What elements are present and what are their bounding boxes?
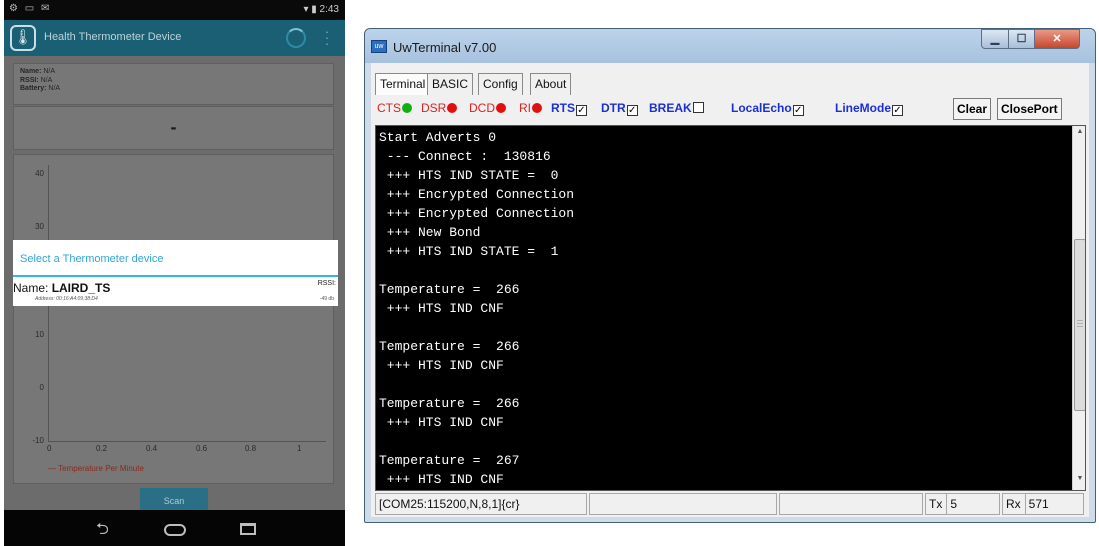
status-right: ▾ ▮ 2:43 xyxy=(303,4,339,15)
cts-led-icon xyxy=(402,103,412,113)
grip-icon: — — — xyxy=(1077,318,1083,330)
app-title: Health Thermometer Device xyxy=(44,31,182,43)
rx-value: 571 xyxy=(1024,494,1049,514)
recent-apps-icon[interactable] xyxy=(240,523,256,535)
cts-indicator: CTS xyxy=(377,101,412,115)
info-name-row: Name: N/A xyxy=(20,68,56,75)
x-tick-label: 0.4 xyxy=(146,444,158,453)
dialog-divider xyxy=(13,275,338,277)
y-tick-label: 40 xyxy=(35,169,44,178)
home-icon[interactable] xyxy=(164,524,186,536)
tab-config[interactable]: Config xyxy=(478,73,523,95)
window-title: UwTerminal v7.00 xyxy=(393,40,497,55)
android-phone-screen: ⚙ ▭ ✉ ▾ ▮ 2:43 🌡 Health Thermometer Devi… xyxy=(4,0,345,546)
tx-counter: Tx 5 xyxy=(925,493,1000,515)
rts-check-icon[interactable]: ✓ xyxy=(576,105,587,116)
localecho-check-icon[interactable]: ✓ xyxy=(792,105,804,116)
device-select-dialog: Select a Thermometer device Name: LAIRD_… xyxy=(13,240,338,306)
tab-about[interactable]: About xyxy=(530,73,572,95)
dialog-title: Select a Thermometer device xyxy=(20,253,164,265)
dsr-led-icon xyxy=(447,103,458,113)
rx-counter: Rx 571 xyxy=(1002,493,1084,515)
device-name[interactable]: Name: LAIRD_TS xyxy=(13,281,110,295)
window-titlebar[interactable]: uw UwTerminal v7.00 ▁ ☐ ✕ xyxy=(365,29,1095,63)
minimize-button[interactable]: ▁ xyxy=(981,29,1009,49)
device-address: Address: 00:16:A4:09:38:D4 xyxy=(35,296,98,302)
y-tick-label: 30 xyxy=(35,222,44,231)
temperature-value-card: - xyxy=(13,106,334,150)
window-client-area: Terminal BASIC Config About CTS DSR DCD … xyxy=(371,63,1089,517)
android-status-bar: ⚙ ▭ ✉ ▾ ▮ 2:43 xyxy=(4,0,345,20)
device-info-card: Name: N/A RSSI: N/A Battery: N/A xyxy=(13,63,334,105)
status-field-empty xyxy=(779,493,923,515)
break-checkbox[interactable]: BREAK xyxy=(649,101,704,115)
x-tick-label: 0.8 xyxy=(245,444,257,453)
device-rssi-label: RSSI: xyxy=(317,280,336,287)
y-tick-label: -10 xyxy=(32,436,44,445)
ri-indicator: RI xyxy=(519,101,542,115)
overflow-menu-icon[interactable]: · · · xyxy=(322,25,332,50)
temperature-value: - xyxy=(170,117,177,137)
tab-terminal[interactable]: Terminal xyxy=(375,73,431,95)
loading-spinner-icon xyxy=(286,28,306,48)
dcd-led-icon xyxy=(496,103,506,113)
x-tick-label: 1 xyxy=(297,444,302,453)
status-bar: [COM25:115200,N,8,1]{cr} Tx 5 Rx 571 xyxy=(375,493,1086,515)
scroll-up-icon[interactable]: ▲ xyxy=(1073,128,1085,135)
tab-basic[interactable]: BASIC xyxy=(427,73,474,95)
terminal-output-pane[interactable]: Start Adverts 0 --- Connect : 130816 +++… xyxy=(375,125,1086,491)
scroll-down-icon[interactable]: ▼ xyxy=(1073,475,1085,482)
dtr-checkbox[interactable]: DTR ✓ xyxy=(601,101,638,116)
clear-button[interactable]: Clear xyxy=(953,98,992,120)
break-check-icon[interactable] xyxy=(692,102,704,113)
legend-label: Temperature Per Minute xyxy=(58,464,144,473)
back-icon[interactable]: ⮌ xyxy=(96,518,109,545)
ri-led-icon xyxy=(532,103,542,113)
y-tick-label: 0 xyxy=(39,383,44,392)
info-battery-row: Battery: N/A xyxy=(20,85,61,92)
maximize-button[interactable]: ☐ xyxy=(1008,29,1035,49)
info-battery-value: N/A xyxy=(48,85,61,92)
localecho-checkbox[interactable]: LocalEcho ✓ xyxy=(731,101,804,116)
temperature-chart: 40 30 10 0 -10 0 0.2 0.4 0.6 0.8 1 — Tem… xyxy=(13,154,334,484)
app-logo-icon[interactable]: uw xyxy=(371,40,387,53)
close-button[interactable]: ✕ xyxy=(1034,29,1080,49)
dtr-check-icon[interactable]: ✓ xyxy=(626,105,638,116)
dcd-indicator: DCD xyxy=(469,101,506,115)
thermometer-icon[interactable]: 🌡 xyxy=(10,25,36,51)
status-field-empty xyxy=(589,493,777,515)
terminal-output-text: Start Adverts 0 --- Connect : 130816 +++… xyxy=(379,130,575,487)
linemode-check-icon[interactable]: ✓ xyxy=(892,105,903,116)
clock-time: 2:43 xyxy=(319,4,339,15)
dsr-indicator: DSR xyxy=(421,101,458,115)
app-action-bar: 🌡 Health Thermometer Device · · · xyxy=(4,20,345,56)
chart-legend: — Temperature Per Minute xyxy=(48,464,144,473)
info-rssi-value: N/A xyxy=(40,76,53,84)
device-rssi-value: -49 db xyxy=(319,296,334,302)
notification-icons: ⚙ ▭ ✉ xyxy=(9,3,52,14)
chart-x-axis xyxy=(48,441,326,442)
x-tick-label: 0.6 xyxy=(196,444,208,453)
vertical-scrollbar[interactable]: ▲ — — — ▼ xyxy=(1072,126,1085,490)
android-navigation-bar: ⮌ xyxy=(4,510,345,546)
tx-value: 5 xyxy=(946,494,957,514)
x-tick-label: 0.2 xyxy=(96,444,108,453)
x-tick-label: 0 xyxy=(47,444,52,453)
screenshot-stage: ⚙ ▭ ✉ ▾ ▮ 2:43 🌡 Health Thermometer Devi… xyxy=(0,0,1099,546)
uwterminal-window: uw UwTerminal v7.00 ▁ ☐ ✕ Terminal BASIC… xyxy=(364,28,1096,523)
scroll-thumb[interactable]: — — — xyxy=(1074,239,1085,411)
linemode-checkbox[interactable]: LineMode ✓ xyxy=(835,101,903,116)
rts-checkbox[interactable]: RTS ✓ xyxy=(551,101,587,116)
port-settings-field: [COM25:115200,N,8,1]{cr} xyxy=(375,493,587,515)
info-rssi-row: RSSI: N/A xyxy=(20,76,53,84)
info-name-value: N/A xyxy=(43,68,56,75)
closeport-button[interactable]: ClosePort xyxy=(997,98,1062,120)
y-tick-label: 10 xyxy=(35,330,44,339)
signal-battery-icons: ▾ ▮ xyxy=(303,4,317,15)
